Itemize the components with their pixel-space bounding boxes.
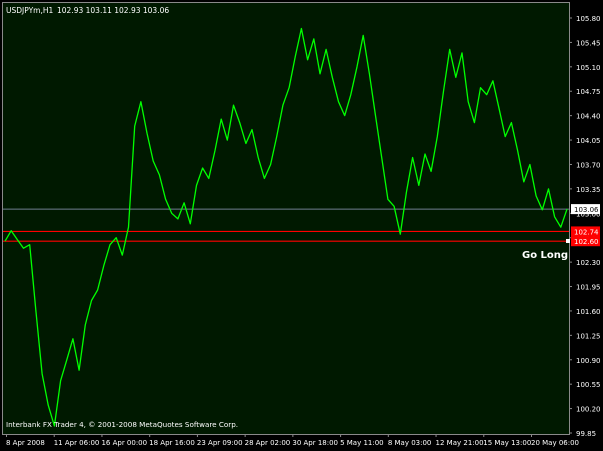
level-badge-lower-label: 102.60	[574, 238, 599, 246]
price-tick-label: 101.25	[576, 332, 601, 340]
price-tick-label: 103.70	[576, 161, 601, 169]
copyright-label: Interbank FX Trader 4, © 2001-2008 MetaQ…	[6, 420, 238, 429]
time-tick-label: 16 Apr 00:00	[101, 439, 147, 447]
price-tick-label: 104.05	[576, 137, 601, 145]
time-tick-label: 30 Apr 18:00	[292, 439, 338, 447]
time-tick-label: 8 Apr 2008	[6, 439, 45, 447]
time-axis: 8 Apr 2008 11 Apr 06:00 16 Apr 00:00 18 Apr…	[6, 434, 579, 447]
ohlc-readout: 102.93 103.11 102.93 103.06	[57, 6, 169, 15]
time-tick-label: 12 May 21:00	[436, 439, 484, 447]
price-tick-label: 100.90	[576, 357, 601, 365]
time-tick-label: 28 Apr 02:00	[245, 439, 291, 447]
chart-window[interactable]: 105.80 105.45 105.10 104.75 104.40 104.05 103.…	[0, 0, 603, 451]
price-tick-label: 105.45	[576, 39, 601, 47]
price-tick-label: 101.60	[576, 308, 601, 316]
price-tick-label: 100.55	[576, 381, 601, 389]
time-tick-label: 20 May 06:00	[531, 439, 579, 447]
price-tick-label: 100.20	[576, 406, 601, 414]
time-tick-label: 15 May 13:00	[483, 439, 531, 447]
price-tick-label: 104.75	[576, 88, 601, 96]
level-badge-upper-label: 102.74	[574, 228, 599, 236]
price-badges: 103.06 102.74 102.60	[571, 204, 600, 247]
price-tick-label: 105.80	[576, 15, 601, 23]
price-tick-label: 102.30	[576, 259, 601, 267]
price-tick-label: 104.40	[576, 113, 601, 121]
time-tick-label: 5 May 11:00	[340, 439, 384, 447]
price-chart: 105.80 105.45 105.10 104.75 104.40 104.05 103.…	[3, 6, 601, 447]
current-price-badge-label: 103.06	[574, 206, 599, 214]
go-long-annotation: Go Long	[522, 250, 568, 261]
symbol-label: USDJPYm,H1	[6, 6, 54, 15]
price-marker	[566, 239, 570, 243]
price-tick-label: 103.35	[576, 186, 601, 194]
time-tick-label: 8 May 03:00	[388, 439, 432, 447]
price-series-line	[4, 27, 568, 427]
price-tick-label: 99.85	[576, 430, 596, 438]
time-tick-label: 23 Apr 09:00	[197, 439, 243, 447]
level-lines	[3, 208, 569, 242]
price-tick-label: 101.95	[576, 284, 601, 292]
time-tick-label: 11 Apr 06:00	[54, 439, 100, 447]
time-tick-label: 18 Apr 16:00	[149, 439, 195, 447]
price-tick-label: 105.10	[576, 64, 601, 72]
price-series	[4, 27, 568, 427]
